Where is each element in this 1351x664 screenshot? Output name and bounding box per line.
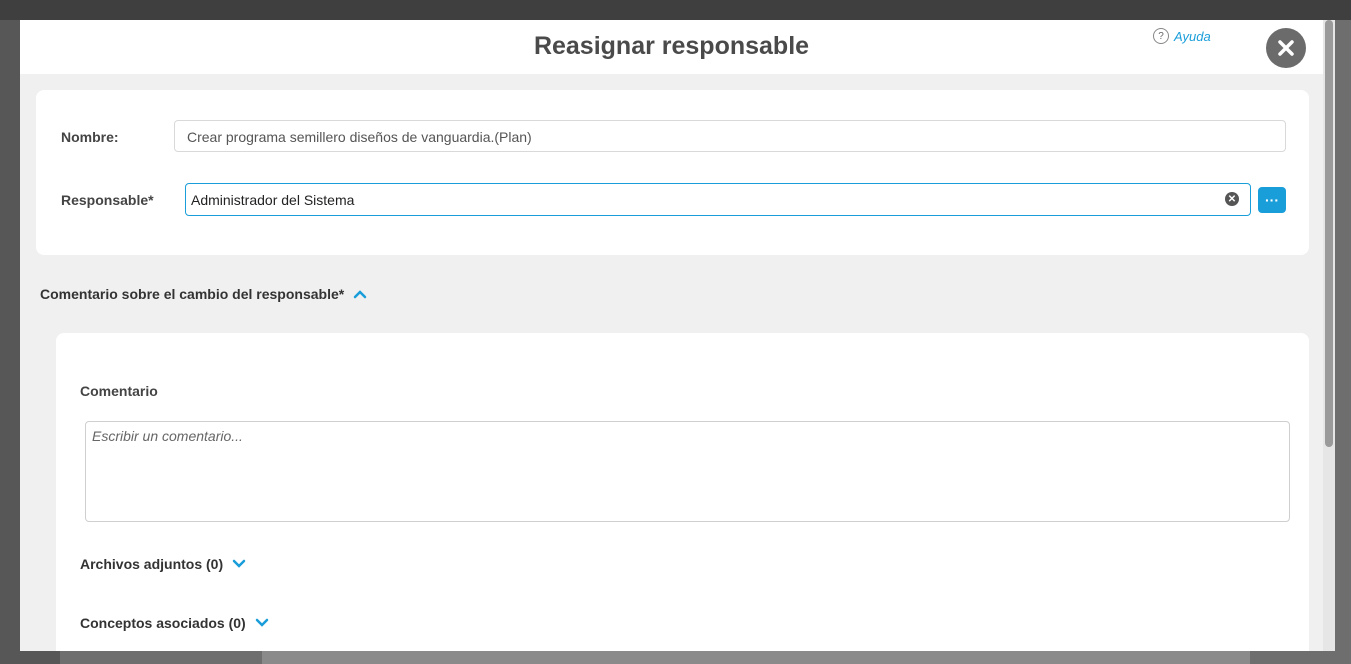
question-circle-icon: ? — [1153, 28, 1169, 44]
nombre-label: Nombre: — [61, 129, 119, 145]
background-topbar — [0, 0, 1351, 20]
concepts-toggle[interactable]: Conceptos asociados (0) — [80, 615, 270, 631]
responsable-input[interactable] — [185, 183, 1251, 216]
comment-section-title: Comentario sobre el cambio del responsab… — [40, 286, 345, 302]
ellipsis-icon: ··· — [1265, 192, 1279, 208]
concepts-label: Conceptos asociados (0) — [80, 615, 246, 631]
attachments-label: Archivos adjuntos (0) — [80, 556, 224, 572]
nombre-field: Crear programa semillero diseños de vang… — [174, 120, 1286, 152]
help-link[interactable]: ? Ayuda — [1153, 28, 1211, 44]
chevron-down-icon — [255, 618, 268, 627]
select-responsable-button[interactable]: ··· — [1258, 187, 1286, 213]
responsable-label: Responsable* — [61, 192, 154, 208]
scrollbar-thumb[interactable] — [1325, 20, 1333, 447]
comment-textarea[interactable] — [85, 421, 1290, 522]
reassign-dialog: Reasignar responsable ? Ayuda Nombre: Cr… — [20, 20, 1323, 651]
dialog-scrollbar[interactable] — [1323, 20, 1335, 651]
comment-section-toggle[interactable]: Comentario sobre el cambio del responsab… — [40, 286, 368, 302]
comment-card: Comentario Archivos adjuntos (0) Concept… — [56, 333, 1309, 651]
chevron-down-icon — [232, 559, 246, 568]
attachments-toggle[interactable]: Archivos adjuntos (0) — [80, 556, 247, 572]
clear-x-icon: ✕ — [1227, 193, 1237, 205]
comment-label: Comentario — [80, 383, 158, 399]
close-icon — [1278, 40, 1294, 56]
dialog-header: Reasignar responsable ? Ayuda — [20, 20, 1323, 74]
clear-responsable-button[interactable]: ✕ — [1225, 192, 1239, 206]
chevron-up-icon — [353, 290, 367, 299]
close-button[interactable] — [1266, 28, 1306, 68]
assignment-card: Nombre: Crear programa semillero diseños… — [36, 90, 1309, 255]
help-label: Ayuda — [1174, 28, 1211, 44]
dialog-title: Reasignar responsable — [533, 32, 810, 60]
